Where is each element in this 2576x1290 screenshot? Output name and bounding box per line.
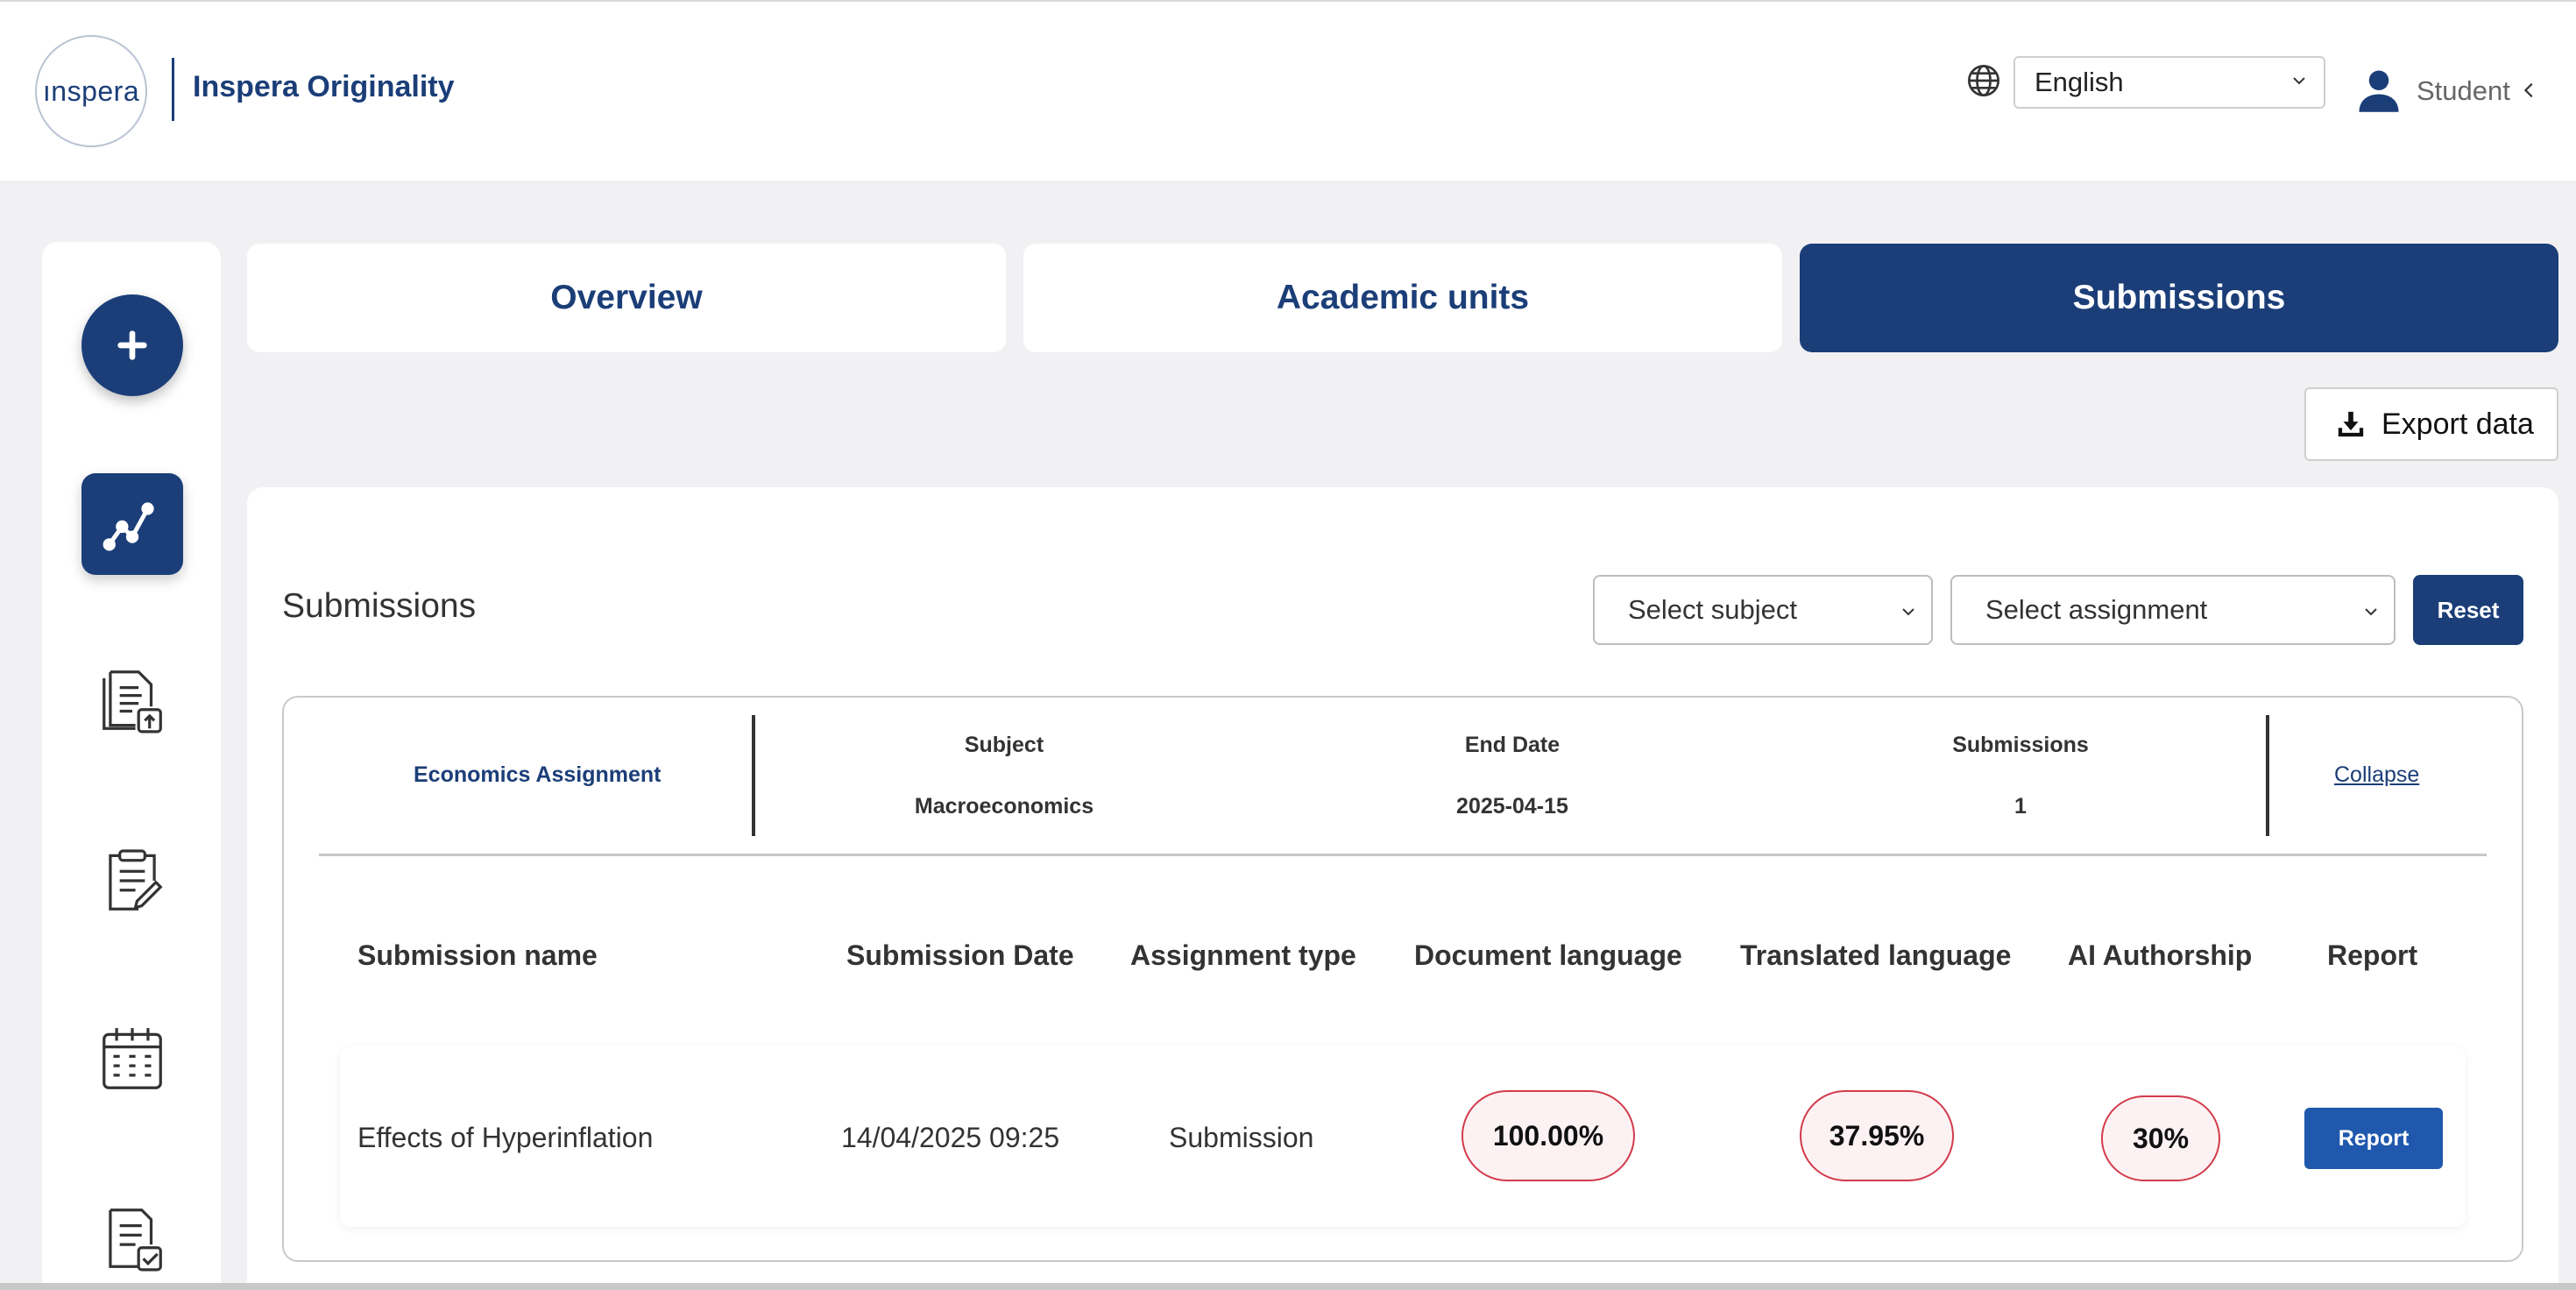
column-header-submission-name: Submission name [357, 939, 598, 971]
column-header-report: Report [2327, 939, 2418, 971]
chevron-left-icon[interactable] [2520, 79, 2539, 102]
logo-divider [172, 58, 174, 121]
submission-name: Effects of Hyperinflation [357, 1122, 654, 1153]
card-separator [319, 854, 2487, 856]
clipboard-edit-icon[interactable] [95, 843, 170, 918]
submissions-count-header: Submissions [1952, 733, 2089, 757]
collapse-link[interactable]: Collapse [2334, 762, 2419, 788]
user-avatar-icon[interactable] [2355, 67, 2403, 114]
panel-title: Submissions [282, 587, 477, 625]
sidebar [42, 242, 221, 1290]
export-data-button[interactable]: Export data [2304, 387, 2558, 461]
export-data-label: Export data [2381, 407, 2534, 441]
document-approved-icon[interactable] [95, 1201, 170, 1276]
card-divider [752, 715, 755, 836]
analytics-chart-icon [103, 502, 154, 551]
subject-header: Subject [964, 733, 1044, 757]
chevron-down-icon [2293, 77, 2305, 85]
calendar-icon[interactable] [95, 1022, 170, 1097]
document-language-score: 100.00% [1461, 1090, 1635, 1181]
user-role-label[interactable]: Student [2417, 75, 2510, 107]
report-button[interactable]: Report [2304, 1108, 2443, 1169]
download-icon [2338, 411, 2364, 437]
logo-text: ınspera [42, 74, 140, 107]
subject-value: Macroeconomics [914, 794, 1094, 819]
submissions-count-value: 1 [2014, 794, 2027, 819]
language-value: English [2035, 67, 2124, 97]
submission-date: 14/04/2025 09:25 [841, 1122, 1060, 1153]
reset-button[interactable]: Reset [2413, 575, 2523, 645]
inspera-logo[interactable]: ınspera [35, 35, 147, 147]
top-header: ınspera Inspera Originality English Stud… [0, 0, 2576, 181]
end-date-header: End Date [1464, 733, 1560, 757]
plus-icon [117, 330, 147, 360]
column-header-document-language: Document language [1414, 939, 1682, 971]
document-upload-icon[interactable] [95, 663, 170, 738]
assignment-select[interactable]: Select assignment [1950, 575, 2396, 645]
sidebar-item-analytics[interactable] [81, 473, 183, 575]
column-header-assignment-type: Assignment type [1130, 939, 1356, 971]
subject-select[interactable]: Select subject [1593, 575, 1933, 645]
new-submission-button[interactable] [81, 294, 183, 396]
chevron-down-icon [2365, 608, 2377, 616]
column-header-submission-date: Submission Date [846, 939, 1074, 971]
column-header-translated-language: Translated language [1740, 939, 2012, 971]
brand-title: Inspera Originality [193, 70, 455, 103]
window-bottom-edge [0, 1283, 2576, 1290]
column-header-ai-authorship: AI Authorship [2068, 939, 2253, 971]
subject-select-value: Select subject [1628, 594, 1797, 625]
globe-icon [1968, 65, 1999, 96]
translated-language-score: 37.95% [1800, 1090, 1954, 1181]
assignment-name: Economics Assignment [414, 762, 662, 787]
tab-academic-units[interactable]: Academic units [1023, 244, 1782, 352]
assignment-type: Submission [1169, 1122, 1314, 1153]
assignment-select-value: Select assignment [1985, 594, 2208, 625]
ai-authorship-score: 30% [2101, 1095, 2220, 1181]
card-divider [2266, 715, 2269, 836]
language-select[interactable]: English [2013, 56, 2325, 109]
end-date-value: 2025-04-15 [1456, 794, 1568, 819]
tab-submissions[interactable]: Submissions [1800, 244, 2558, 352]
chevron-down-icon [1902, 608, 1914, 616]
tab-overview[interactable]: Overview [247, 244, 1006, 352]
